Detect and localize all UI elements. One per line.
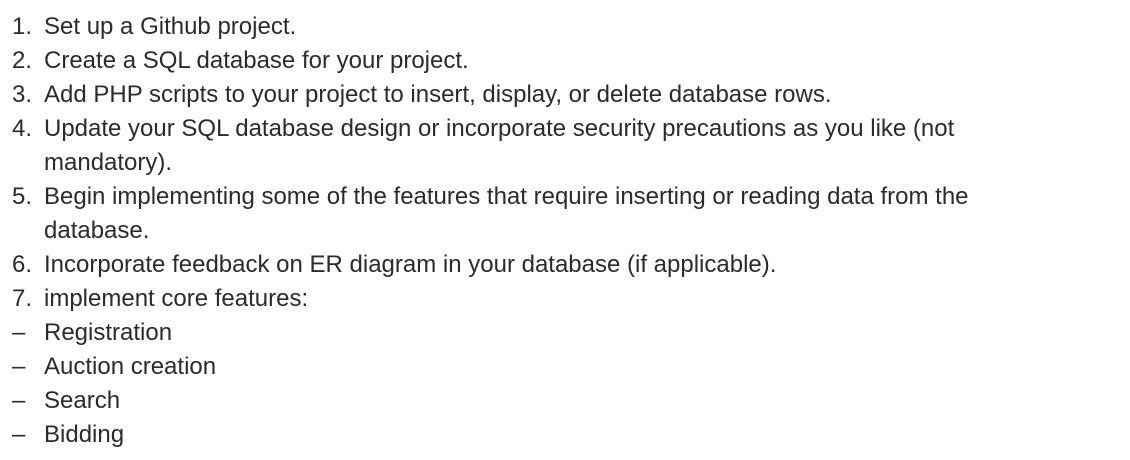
dash-bullet: – (12, 421, 26, 448)
step-text: Create a SQL database for your project. (44, 47, 469, 74)
list-number: 6. (12, 251, 33, 278)
dash-bullet: – (12, 387, 26, 414)
list-indent (12, 146, 44, 180)
step-text-continuation: database. (44, 217, 150, 244)
step-1: 1. Set up a Github project. (12, 10, 1122, 44)
list-indent (12, 214, 44, 248)
step-3: 3. Add PHP scripts to your project to in… (12, 78, 1122, 112)
feature-bidding: – Bidding (12, 418, 1122, 452)
list-number: 3. (12, 81, 33, 108)
step-4: 4. Update your SQL database design or in… (12, 112, 1122, 146)
step-2: 2. Create a SQL database for your projec… (12, 44, 1122, 78)
list-number: 7. (12, 285, 33, 312)
instructions-document: 1. Set up a Github project. 2. Create a … (0, 0, 1122, 452)
dash-bullet: – (12, 319, 26, 346)
step-text: Set up a Github project. (44, 13, 297, 40)
step-6: 6. Incorporate feedback on ER diagram in… (12, 248, 1122, 282)
step-text: Incorporate feedback on ER diagram in yo… (44, 251, 777, 278)
list-number: 4. (12, 115, 33, 142)
step-text: implement core features: (44, 285, 309, 312)
feature-text: Bidding (44, 421, 125, 448)
list-number: 2. (12, 47, 33, 74)
feature-text: Registration (44, 319, 173, 346)
step-text: Add PHP scripts to your project to inser… (44, 81, 832, 108)
list-number: 1. (12, 13, 33, 40)
step-text: Begin implementing some of the features … (44, 183, 969, 210)
step-5: 5. Begin implementing some of the featur… (12, 180, 1122, 214)
dash-bullet: – (12, 353, 26, 380)
step-5-continuation: database. (12, 214, 1122, 248)
step-7: 7. implement core features: (12, 282, 1122, 316)
step-text: Update your SQL database design or incor… (44, 115, 955, 142)
feature-text: Search (44, 387, 121, 414)
list-number: 5. (12, 183, 33, 210)
feature-auction-creation: – Auction creation (12, 350, 1122, 384)
feature-registration: – Registration (12, 316, 1122, 350)
feature-search: – Search (12, 384, 1122, 418)
step-4-continuation: mandatory). (12, 146, 1122, 180)
feature-text: Auction creation (44, 353, 217, 380)
step-text-continuation: mandatory). (44, 149, 173, 176)
